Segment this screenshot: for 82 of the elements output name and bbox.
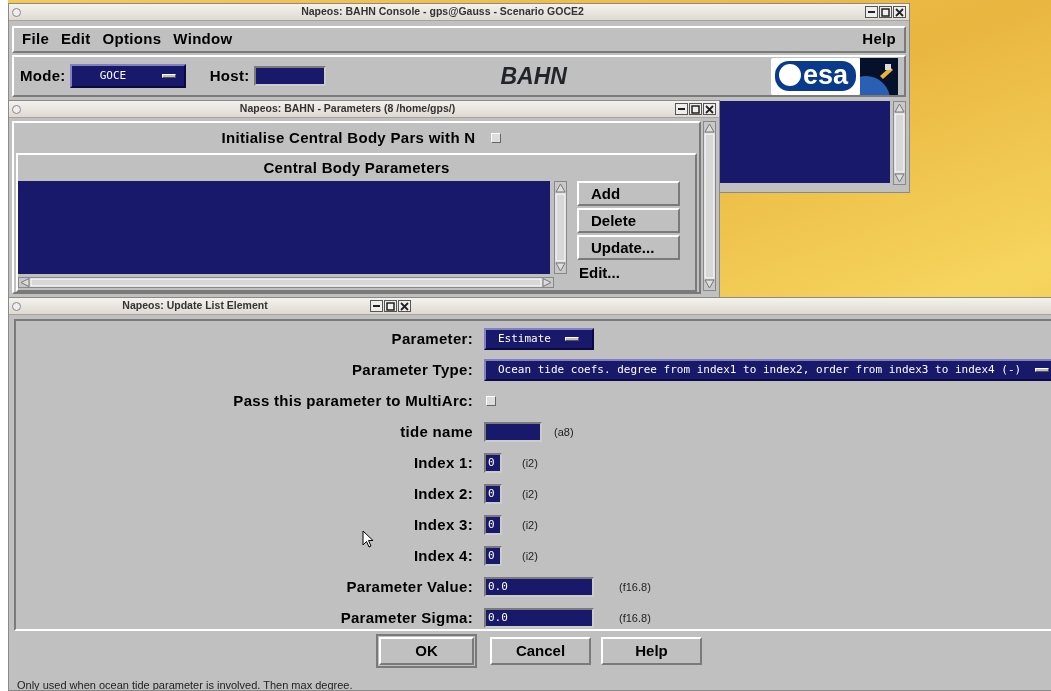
field-label: Parameter: xyxy=(390,328,473,349)
format-hint: (i2) xyxy=(522,517,538,533)
action-link[interactable]: Edit... xyxy=(577,262,680,285)
checkbox[interactable] xyxy=(486,396,496,406)
menu-item[interactable]: Help xyxy=(858,28,900,51)
window-title: Napeos: BAHN - Parameters (8 /home/gps/) xyxy=(238,101,457,117)
maximize-icon xyxy=(881,7,890,17)
field-label: Index 3: xyxy=(412,514,473,535)
title-bar[interactable]: Napeos: BAHN - Parameters (8 /home/gps/) xyxy=(9,101,719,118)
option-indicator-icon xyxy=(161,74,176,78)
group-title: Central Body Parameters xyxy=(262,158,451,178)
maximize-button[interactable] xyxy=(879,6,892,18)
host-field[interactable] xyxy=(253,66,326,86)
action-button[interactable]: Update... xyxy=(577,235,680,260)
maximize-icon xyxy=(386,301,395,311)
checkbox[interactable] xyxy=(491,133,502,143)
option-menu[interactable]: GOCE xyxy=(69,64,186,88)
close-icon xyxy=(705,104,714,114)
action-button[interactable]: Delete xyxy=(577,208,680,233)
satellite-icon xyxy=(860,57,898,95)
close-button[interactable] xyxy=(398,300,411,312)
input-field[interactable]: 0 xyxy=(484,515,502,535)
field-label: Host: xyxy=(209,65,250,86)
minimize-button[interactable] xyxy=(370,300,383,312)
close-button[interactable] xyxy=(703,103,716,115)
title-bar[interactable]: Napeos: Update List Element xyxy=(9,298,1051,315)
minimize-icon xyxy=(868,11,875,13)
menu-item[interactable]: Edit xyxy=(57,28,95,51)
checkbox-label: Initialise Central Body Pars with N xyxy=(221,127,476,148)
input-field[interactable]: 0.0 xyxy=(484,577,594,597)
action-button[interactable]: Add xyxy=(577,181,680,206)
maximize-button[interactable] xyxy=(689,103,702,115)
field-label: Index 4: xyxy=(412,545,473,566)
format-hint: (i2) xyxy=(522,486,538,502)
window-title: Napeos: Update List Element xyxy=(121,298,269,314)
scrollbar[interactable] xyxy=(554,181,567,274)
dialog-button[interactable]: Cancel xyxy=(490,637,591,665)
field-label: Index 2: xyxy=(412,483,473,504)
option-indicator-icon xyxy=(1035,368,1050,372)
field-label: Parameter Value: xyxy=(345,576,473,597)
close-button[interactable] xyxy=(893,6,906,18)
scrollbar[interactable] xyxy=(703,121,716,291)
format-hint: (i2) xyxy=(522,548,538,564)
minimize-icon xyxy=(373,305,380,307)
minimize-button[interactable] xyxy=(865,6,878,18)
esa-logo: esa xyxy=(770,57,860,95)
field-label: Mode: xyxy=(20,65,66,86)
input-field[interactable] xyxy=(484,422,542,442)
scrollbar[interactable] xyxy=(893,101,906,185)
close-icon xyxy=(400,301,409,311)
maximize-icon xyxy=(691,104,700,114)
title-bar[interactable]: Napeos: BAHN Console - gps@Gauss - Scenario GOCE2 xyxy=(9,4,909,21)
field-label: Parameter Sigma: xyxy=(339,607,473,628)
dialog-button[interactable]: OK xyxy=(379,637,474,665)
input-field[interactable]: 0.0 xyxy=(484,608,594,628)
logo-mark-icon xyxy=(778,64,801,86)
field-label: Pass this parameter to MultiArc: xyxy=(232,390,473,411)
field-label: tide name xyxy=(399,421,473,442)
app-title: BAHN xyxy=(500,61,567,91)
mouse-pointer-icon xyxy=(362,530,374,548)
input-field[interactable]: 0 xyxy=(484,453,502,473)
menu-item[interactable]: File xyxy=(18,28,54,51)
scrollbar[interactable] xyxy=(18,277,554,288)
minimize-button[interactable] xyxy=(675,103,688,115)
format-hint: (f16.8) xyxy=(619,579,651,595)
maximize-button[interactable] xyxy=(384,300,397,312)
minimize-icon xyxy=(678,108,685,110)
field-label: Parameter Type: xyxy=(351,359,473,380)
dialog-button[interactable]: Help xyxy=(601,637,702,665)
format-hint: (f16.8) xyxy=(619,610,651,626)
option-indicator-icon xyxy=(565,337,579,341)
close-icon xyxy=(895,7,904,17)
option-menu[interactable]: Estimate xyxy=(484,328,594,350)
format-hint: (i2) xyxy=(522,455,538,471)
format-hint: (a8) xyxy=(554,424,574,440)
option-menu[interactable]: Ocean tide coefs. degree from index1 to index2, order from index3 to index4 (-) xyxy=(484,359,1051,381)
input-field[interactable]: 0 xyxy=(484,484,502,504)
input-field[interactable]: 0 xyxy=(484,546,502,566)
field-label: Index 1: xyxy=(412,452,473,473)
menu-item[interactable]: Options xyxy=(98,28,166,51)
window-title: Napeos: BAHN Console - gps@Gauss - Scenario GOCE2 xyxy=(300,4,585,20)
menu-item[interactable]: Window xyxy=(169,28,237,51)
